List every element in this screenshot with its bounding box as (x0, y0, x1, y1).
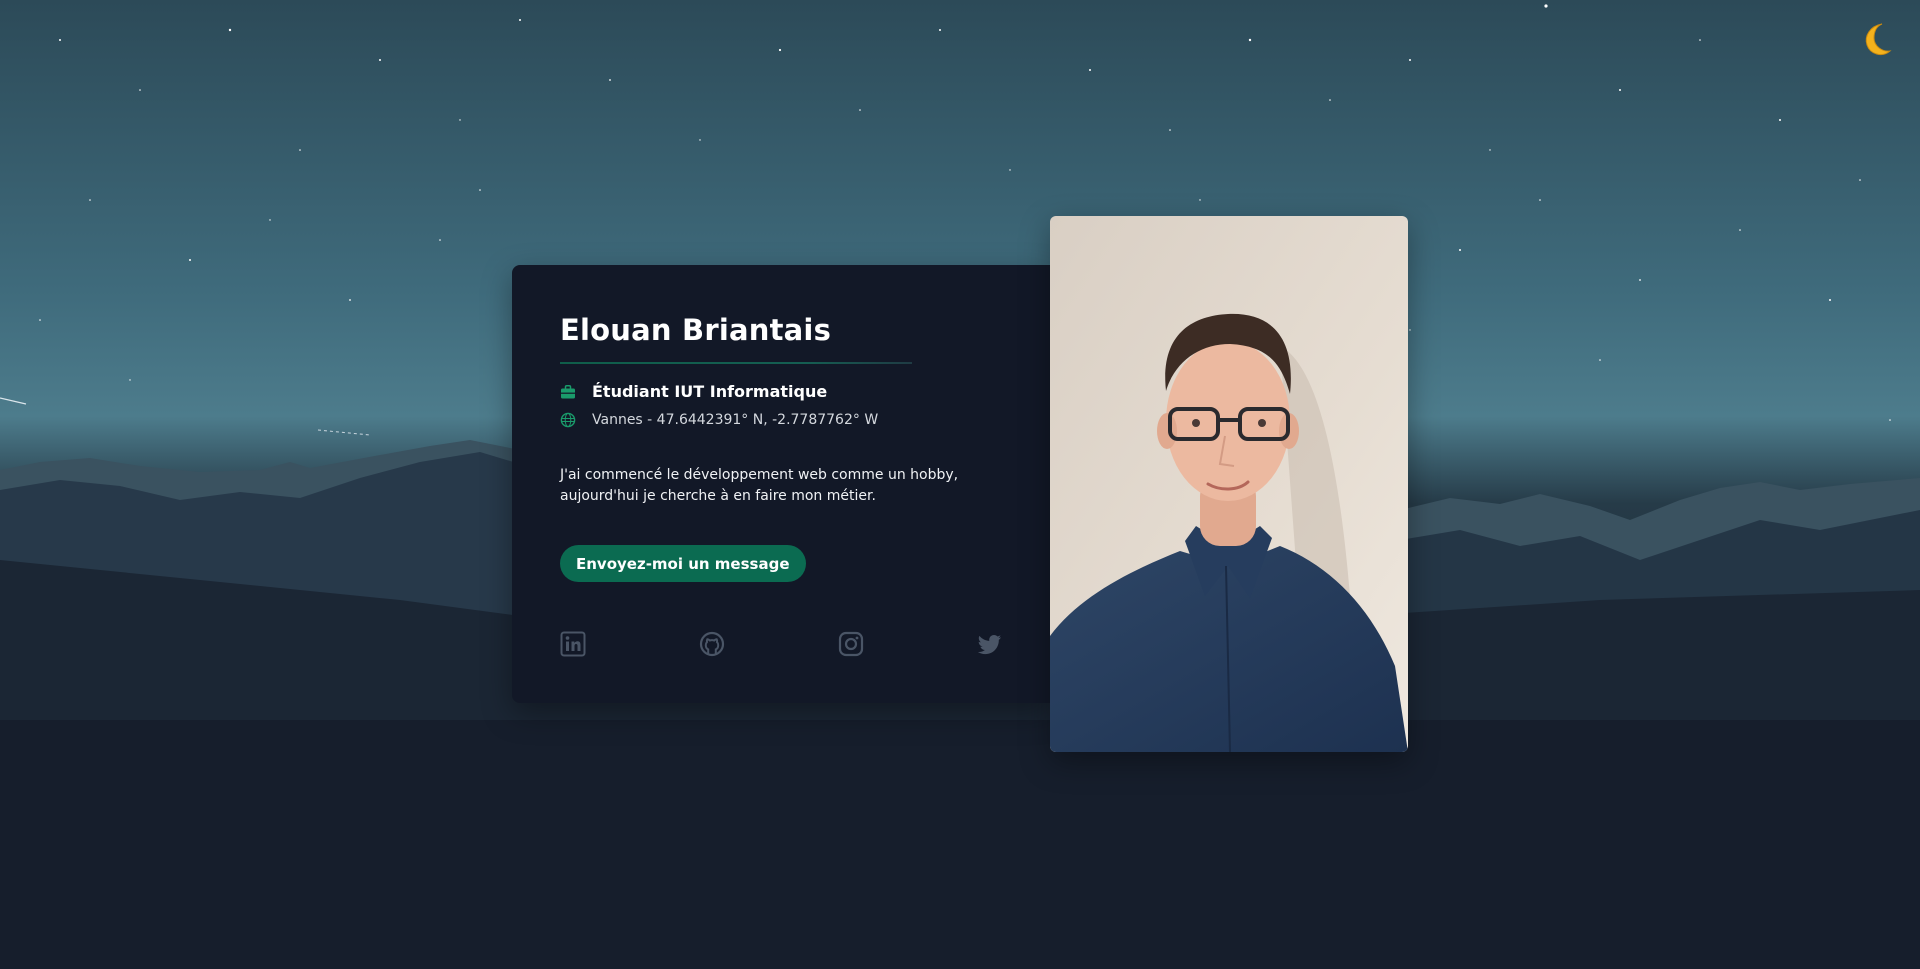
theme-toggle-button[interactable] (1858, 20, 1898, 60)
profile-photo (1050, 216, 1408, 752)
linkedin-icon (560, 631, 586, 657)
portrait-image (1050, 216, 1408, 752)
crescent-moon-icon (1865, 23, 1892, 56)
send-message-button[interactable]: Envoyez-moi un message (560, 545, 806, 582)
github-link[interactable] (699, 631, 725, 657)
location-text: Vannes - 47.6442391° N, -2.7787762° W (592, 412, 879, 428)
bio-text: J'ai commencé le développement web comme… (560, 465, 1000, 507)
profile-card: Elouan Briantais Étudiant IUT Informatiq… (512, 265, 1050, 703)
bio-line: J'ai commencé le développement web comme… (560, 467, 959, 483)
briefcase-icon (561, 384, 575, 398)
linkedin-link[interactable] (560, 631, 586, 657)
location-row: Vannes - 47.6442391° N, -2.7787762° W (560, 412, 878, 428)
instagram-link[interactable] (838, 631, 864, 657)
profile-name: Elouan Briantais (560, 313, 832, 347)
github-icon (699, 631, 725, 657)
job-title: Étudiant IUT Informatique (592, 382, 828, 401)
bio-line: aujourd'hui je cherche à en faire mon mé… (560, 488, 876, 504)
twitter-link[interactable] (977, 631, 1003, 657)
name-underline (560, 362, 912, 364)
twitter-icon (977, 635, 1001, 655)
globe-icon (560, 412, 576, 428)
instagram-icon (838, 631, 864, 657)
job-row: Étudiant IUT Informatique (560, 382, 827, 401)
social-links (560, 631, 1002, 659)
